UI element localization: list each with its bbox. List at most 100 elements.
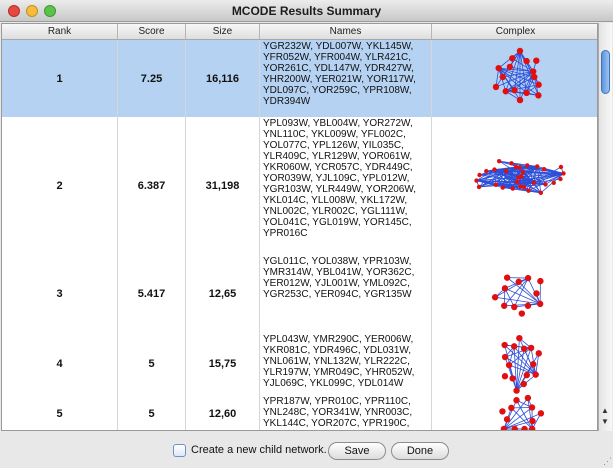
network-node	[492, 167, 497, 172]
rank-cell: 2	[2, 117, 118, 255]
network-node	[492, 83, 500, 91]
network-node	[520, 345, 528, 352]
table-row[interactable]: 1 7.25 16,116 YGR232W, YDL007W, YKL145W, YF…	[2, 40, 597, 117]
network-graph-icon	[492, 47, 542, 104]
network-node	[551, 180, 556, 186]
network-node	[510, 343, 518, 350]
network-node	[502, 88, 509, 95]
table-row[interactable]: 3 5.417 12,65 YGL011C, YOL038W, YPR103W, YM…	[2, 255, 597, 333]
network-node	[524, 274, 532, 282]
names-cell: YPL043W, YMR290C, YER006W, YKR081C, YDR4…	[260, 333, 432, 395]
network-node	[520, 380, 527, 388]
network-node	[474, 178, 479, 183]
network-node	[530, 361, 537, 368]
vertical-scrollbar[interactable]: ▲ ▼	[598, 23, 612, 431]
done-button[interactable]: Done	[391, 442, 449, 460]
table-row[interactable]: 4 5 15,75 YPL043W, YMR290C, YER006W, YKR081…	[2, 333, 597, 395]
results-window: MCODE Results Summary Rank Score Size Na…	[0, 0, 613, 468]
network-node	[516, 47, 524, 55]
table-row[interactable]: 5 5 12,60 YPR187W, YPR010C, YPR110C, YNL248…	[2, 395, 597, 430]
network-node	[532, 371, 539, 378]
size-cell: 12,60	[186, 395, 260, 430]
network-node	[496, 158, 502, 164]
network-node	[500, 185, 505, 190]
network-node	[509, 55, 516, 62]
create-child-network-label[interactable]: Create a new child network.	[191, 444, 327, 456]
table-row[interactable]: 2 6.387 31,198 YPL093W, YBL004W, YOR272W, Y…	[2, 117, 597, 255]
title-bar[interactable]: MCODE Results Summary	[0, 0, 613, 22]
rank-cell: 1	[2, 40, 118, 117]
score-cell: 5	[118, 333, 186, 395]
network-node	[523, 57, 530, 65]
network-node	[518, 184, 523, 189]
size-cell: 12,65	[186, 255, 260, 333]
column-header-complex[interactable]: Complex	[432, 24, 597, 39]
network-node	[561, 171, 566, 176]
rank-cell: 4	[2, 333, 118, 395]
network-node	[517, 165, 522, 170]
score-cell: 6.387	[118, 117, 186, 255]
network-node	[537, 277, 544, 285]
column-header-rank[interactable]: Rank	[2, 24, 118, 39]
network-node	[528, 404, 536, 411]
network-node	[511, 303, 518, 311]
create-child-network-checkbox[interactable]	[173, 444, 186, 457]
save-button[interactable]: Save	[328, 442, 386, 460]
network-node	[493, 182, 499, 188]
network-node	[530, 68, 537, 75]
network-node	[503, 168, 509, 174]
column-header-size[interactable]: Size	[186, 24, 260, 39]
network-node	[508, 404, 515, 412]
score-cell: 5.417	[118, 255, 186, 333]
names-cell: YPR187W, YPR010C, YPR110C, YNL248C, YOR3…	[260, 395, 432, 430]
network-node	[501, 353, 509, 361]
network-node	[513, 164, 519, 170]
complex-cell	[432, 395, 597, 430]
network-node	[510, 186, 515, 191]
complex-cell	[432, 40, 597, 117]
network-node	[513, 397, 520, 404]
network-node	[514, 179, 520, 184]
network-node	[516, 96, 524, 104]
resize-grip-icon[interactable]: ⋰	[603, 456, 612, 467]
size-cell: 16,116	[186, 40, 260, 117]
network-node	[499, 408, 506, 415]
network-graph-icon	[474, 158, 566, 196]
network-node	[526, 188, 531, 193]
score-cell: 5	[118, 395, 186, 430]
column-header-score[interactable]: Score	[118, 24, 186, 39]
column-header-names[interactable]: Names	[260, 24, 432, 39]
network-node	[535, 81, 542, 88]
scroll-down-arrow-icon[interactable]: ▼	[601, 417, 609, 426]
network-node	[511, 87, 518, 94]
names-cell: YGR232W, YDL007W, YKL145W, YFR052W, YFR0…	[260, 40, 432, 117]
network-node	[506, 63, 514, 71]
network-graph-icon	[491, 274, 544, 317]
network-node	[495, 64, 502, 72]
network-node	[521, 184, 527, 190]
network-node	[516, 334, 523, 342]
network-node	[558, 176, 563, 182]
scrollbar-thumb[interactable]	[601, 50, 610, 94]
network-node	[505, 361, 513, 369]
network-node	[523, 371, 530, 379]
network-node	[477, 172, 482, 178]
network-node	[533, 290, 540, 297]
network-node	[501, 341, 508, 349]
network-node	[503, 274, 511, 281]
network-node	[513, 387, 520, 394]
network-node	[509, 161, 514, 166]
network-node	[501, 302, 508, 309]
network-node	[509, 375, 516, 382]
network-node	[524, 395, 532, 402]
complex-cell	[432, 255, 597, 333]
network-node	[533, 57, 540, 64]
network-node	[503, 416, 511, 423]
network-graph-icon	[499, 395, 545, 430]
table-header: Rank Score Size Names Complex	[2, 24, 597, 40]
footer-bar: Create a new child network. Save Done ⋰	[0, 431, 613, 468]
network-node	[525, 163, 530, 168]
network-node	[537, 410, 545, 417]
network-node	[536, 300, 544, 308]
scroll-up-arrow-icon[interactable]: ▲	[601, 406, 609, 415]
